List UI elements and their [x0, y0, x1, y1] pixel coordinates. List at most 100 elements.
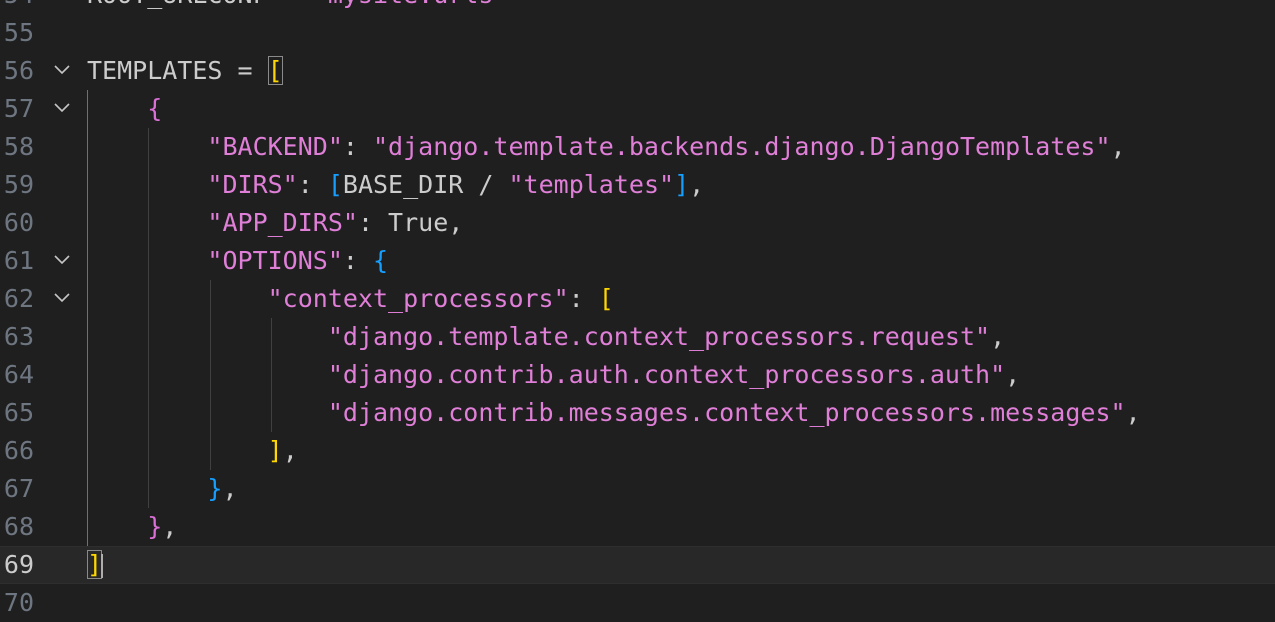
- code-token: =: [222, 56, 268, 85]
- code-token: "BACKEND": [207, 132, 343, 161]
- code-token: "django.contrib.messages.context_process…: [327, 398, 1126, 427]
- line-number: 62: [3, 284, 34, 313]
- code-text: "django.template.context_processors.requ…: [87, 318, 1005, 356]
- code-token: ,: [1125, 398, 1141, 427]
- code-text: "DIRS": [BASE_DIR / "templates"],: [87, 166, 704, 204]
- line-number: 60: [3, 208, 34, 237]
- code-token: "django.contrib.auth.context_processors.…: [327, 360, 1006, 389]
- code-token: "django.template.backends.django.DjangoT…: [373, 132, 1111, 161]
- code-token: ,: [282, 436, 298, 465]
- code-token: {: [373, 246, 389, 275]
- code-line[interactable]: 61 "OPTIONS": {: [0, 242, 1275, 280]
- fold-chevron-icon[interactable]: [53, 63, 71, 77]
- code-line[interactable]: 65 "django.contrib.messages.context_proc…: [0, 394, 1275, 432]
- code-token: ]: [674, 170, 690, 199]
- code-text: {: [87, 90, 162, 128]
- line-number: 61: [3, 246, 34, 275]
- code-line[interactable]: 63 "django.template.context_processors.r…: [0, 318, 1275, 356]
- code-token: "mysite.urls": [313, 0, 509, 9]
- indent-guide: [87, 90, 88, 546]
- code-text: },: [87, 470, 238, 508]
- code-token: :: [568, 284, 599, 313]
- code-token: ,: [1110, 132, 1126, 161]
- code-text: "context_processors": [: [87, 280, 614, 318]
- line-number: 70: [3, 588, 34, 617]
- indent-guide: [148, 128, 149, 508]
- code-text: "django.contrib.messages.context_process…: [87, 394, 1141, 432]
- code-token: :: [357, 208, 389, 237]
- code-line[interactable]: 66 ],: [0, 432, 1275, 470]
- code-text: ROOT_URLCONF = "mysite.urls": [87, 0, 508, 14]
- code-token: ROOT_URLCONF: [87, 0, 268, 9]
- code-token: ]: [267, 436, 283, 465]
- code-text: "django.contrib.auth.context_processors.…: [87, 356, 1020, 394]
- code-line[interactable]: 54 ROOT_URLCONF = "mysite.urls": [0, 0, 1275, 14]
- code-token: }: [207, 474, 223, 503]
- code-text: TEMPLATES = [: [87, 52, 283, 90]
- code-token: "OPTIONS": [207, 246, 343, 275]
- code-line[interactable]: 59 "DIRS": [BASE_DIR / "templates"],: [0, 166, 1275, 204]
- code-token: ]: [87, 550, 103, 579]
- code-token: ,: [448, 208, 464, 237]
- text-cursor: [101, 554, 103, 578]
- code-line[interactable]: 67 },: [0, 470, 1275, 508]
- indent-guide: [271, 318, 272, 432]
- code-editor[interactable]: 54 ROOT_URLCONF = "mysite.urls" 55 56 TEMPLA…: [0, 0, 1275, 622]
- code-line[interactable]: 68 },: [0, 508, 1275, 546]
- code-token: ,: [689, 170, 705, 199]
- code-token: ,: [222, 474, 238, 503]
- code-line[interactable]: 55: [0, 14, 1275, 52]
- code-text: "OPTIONS": {: [87, 242, 388, 280]
- code-token: "django.template.context_processors.requ…: [327, 322, 991, 351]
- line-number: 58: [3, 132, 34, 161]
- code-token: }: [147, 512, 163, 541]
- code-line[interactable]: 56 TEMPLATES = [: [0, 52, 1275, 90]
- fold-chevron-icon[interactable]: [53, 291, 71, 305]
- code-token: BASE_DIR /: [342, 170, 509, 199]
- indent-guide: [210, 280, 211, 470]
- code-token: :: [342, 246, 373, 275]
- code-text: ],: [87, 432, 298, 470]
- code-text: "BACKEND": "django.template.backends.dja…: [87, 128, 1126, 166]
- code-line[interactable]: 70: [0, 584, 1275, 622]
- code-line[interactable]: 57 {: [0, 90, 1275, 128]
- code-text: "APP_DIRS": True,: [87, 204, 463, 242]
- code-token: "context_processors": [267, 284, 569, 313]
- line-number: 55: [3, 18, 34, 47]
- code-token: =: [268, 0, 313, 9]
- code-line[interactable]: 64 "django.contrib.auth.context_processo…: [0, 356, 1275, 394]
- code-token: ,: [1005, 360, 1021, 389]
- line-number: 66: [3, 436, 34, 465]
- code-token: True: [388, 208, 449, 237]
- line-number: 68: [3, 512, 34, 541]
- code-token: [: [327, 170, 343, 199]
- code-token: "DIRS": [207, 170, 298, 199]
- line-number: 56: [3, 56, 34, 85]
- line-number: 57: [3, 94, 34, 123]
- code-token: ,: [162, 512, 178, 541]
- code-line[interactable]: 58 "BACKEND": "django.template.backends.…: [0, 128, 1275, 166]
- line-number: 59: [3, 170, 34, 199]
- line-number: 67: [3, 474, 34, 503]
- code-token: {: [147, 94, 163, 123]
- fold-chevron-icon[interactable]: [53, 253, 71, 267]
- code-token: TEMPLATES: [87, 56, 223, 85]
- code-line[interactable]: 60 "APP_DIRS": True,: [0, 204, 1275, 242]
- code-token: "templates": [508, 170, 675, 199]
- line-number: 65: [3, 398, 34, 427]
- code-token: [: [267, 56, 283, 85]
- code-token: :: [342, 132, 373, 161]
- line-number: 63: [3, 322, 34, 351]
- code-line[interactable]: 69]: [0, 546, 1275, 584]
- fold-chevron-icon[interactable]: [53, 101, 71, 115]
- code-line[interactable]: 62 "context_processors": [: [0, 280, 1275, 318]
- code-text: },: [87, 508, 177, 546]
- code-token: ,: [990, 322, 1006, 351]
- code-token: :: [297, 170, 328, 199]
